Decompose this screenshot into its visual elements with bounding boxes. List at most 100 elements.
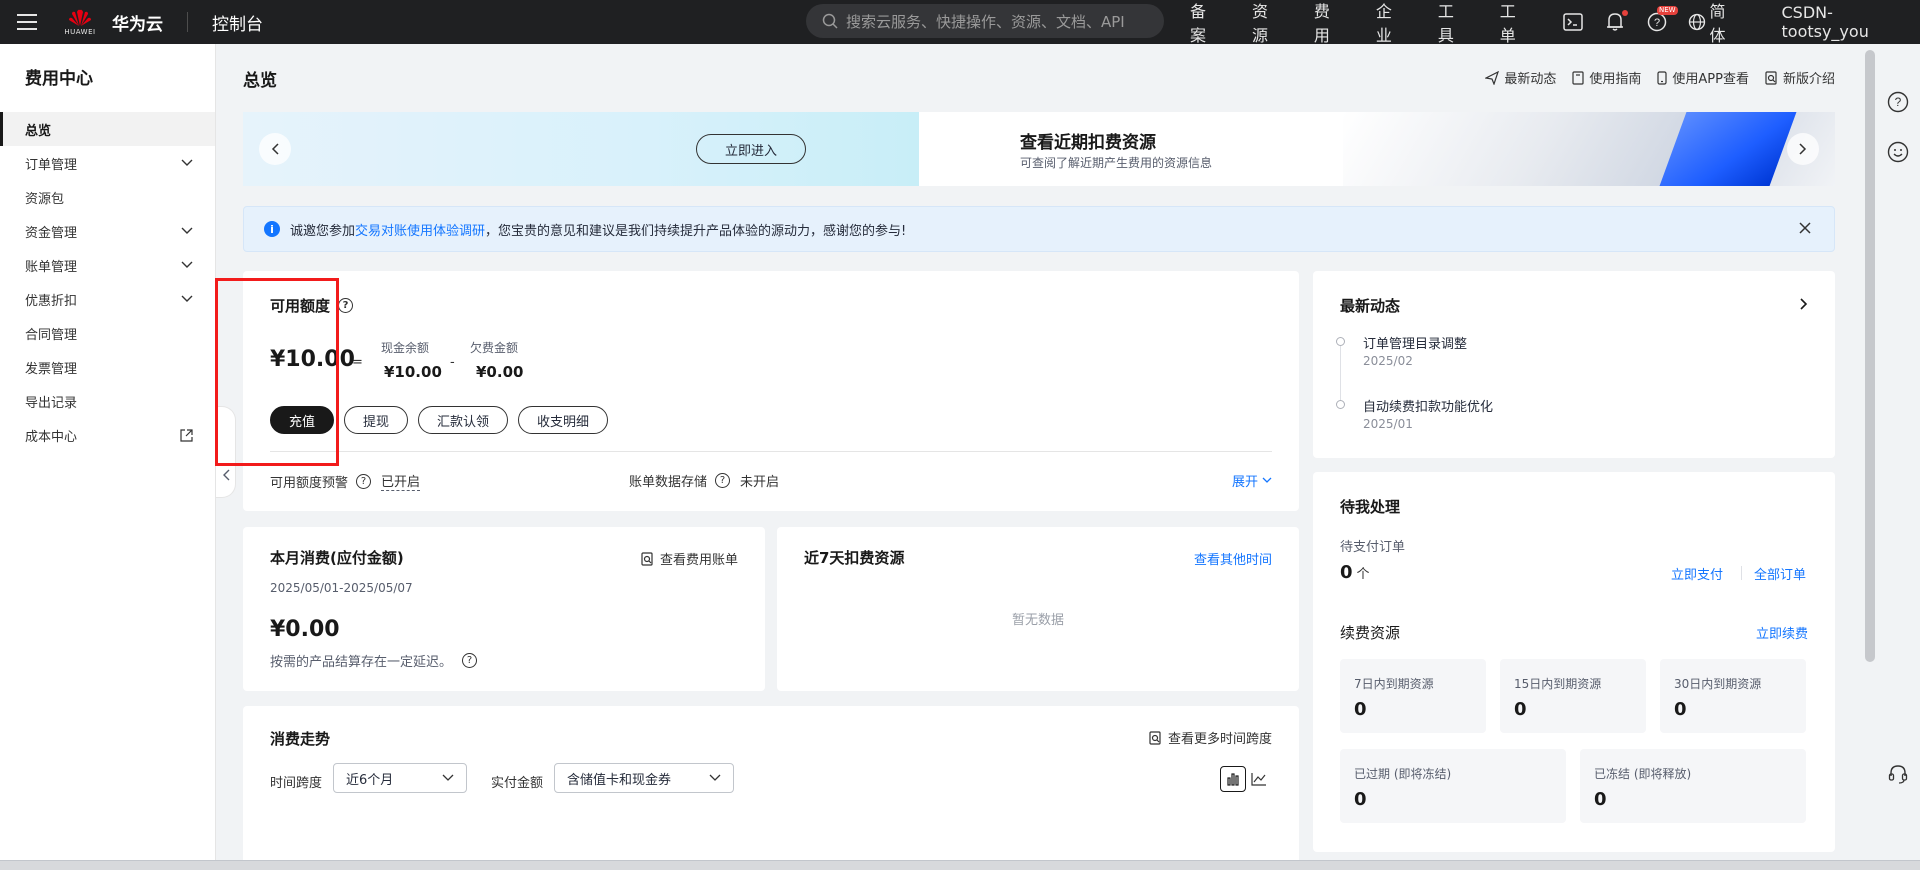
sidebar-item-invoices[interactable]: 发票管理 [0, 350, 215, 384]
news-item-date: 2025/01 [1363, 417, 1413, 431]
banner-prev-button[interactable] [259, 133, 291, 165]
credit-alert-status[interactable]: 已开启 [381, 471, 421, 491]
chevron-down-icon [442, 774, 454, 781]
console-link[interactable]: 控制台 [212, 10, 263, 35]
new-version-link[interactable]: 新版介绍 [1765, 68, 1835, 87]
paid-amount-select[interactable]: 含储值卡和现金券 [554, 763, 734, 793]
help-icon[interactable]: ? NEW [1646, 6, 1678, 33]
close-icon[interactable] [1798, 221, 1812, 239]
sidebar-item-funds[interactable]: 资金管理 [0, 214, 215, 248]
sidebar-item-overview[interactable]: 总览 [0, 112, 215, 146]
expand-button[interactable]: 展开 [1232, 471, 1272, 490]
bar-chart-icon[interactable] [1220, 766, 1246, 792]
paid-amount-value: 含储值卡和现金券 [567, 772, 672, 788]
help-circle-icon[interactable]: ? [356, 473, 372, 489]
tile-value: 0 [1514, 699, 1527, 720]
global-search-input[interactable]: 搜索云服务、快捷操作、资源、文档、API [806, 4, 1164, 38]
time-span-select[interactable]: 近6个月 [333, 763, 467, 793]
smiley-feedback-icon[interactable] [1884, 138, 1912, 166]
settlement-note: 按需的产品结算存在一定延迟。 ? [270, 651, 478, 670]
latest-news-link[interactable]: 最新动态 [1485, 68, 1556, 87]
view-bills-link[interactable]: 查看费用账单 [641, 549, 738, 568]
empty-state: 暂无数据 [1011, 613, 1064, 628]
timeline-dot [1336, 400, 1345, 409]
nav-beian[interactable]: 备案 [1190, 0, 1222, 46]
notice-prefix: 诚邀您参加 [290, 223, 356, 239]
sidebar-item-packages[interactable]: 资源包 [0, 180, 215, 214]
sidebar-item-contracts[interactable]: 合同管理 [0, 316, 215, 350]
news-item-title[interactable]: 订单管理目录调整 [1363, 333, 1467, 352]
user-guide-link[interactable]: 使用指南 [1572, 68, 1641, 87]
news-item-title[interactable]: 自动续费扣款功能优化 [1363, 396, 1493, 415]
nav-tools[interactable]: 工具 [1438, 0, 1470, 46]
recent-deductions-title: 近7天扣费资源 [804, 549, 905, 567]
recent-deductions-card: 近7天扣费资源 查看其他时间 暂无数据 [777, 527, 1299, 691]
banner-next-button[interactable] [1787, 133, 1819, 165]
sidebar-item-cost-center[interactable]: 成本中心 [0, 418, 215, 452]
sidebar-item-orders[interactable]: 订单管理 [0, 146, 215, 180]
view-bills-label: 查看费用账单 [659, 553, 738, 568]
view-other-time-link[interactable]: 查看其他时间 [1194, 549, 1272, 568]
search-doc-icon [1765, 70, 1777, 85]
monthly-amount: ¥0.00 [270, 617, 340, 642]
quick-link-label: 使用APP查看 [1672, 72, 1749, 87]
expiring-15d-tile[interactable]: 15日内到期资源 0 [1500, 659, 1646, 733]
survey-link[interactable]: 交易对账使用体验调研 [355, 220, 485, 239]
tile-label: 7日内到期资源 [1354, 677, 1434, 691]
sidebar-item-discounts[interactable]: 优惠折扣 [0, 282, 215, 316]
language-switch[interactable]: 简体 [1688, 0, 1742, 46]
sidebar-item-label: 总览 [25, 123, 52, 139]
app-view-link[interactable]: 使用APP查看 [1657, 68, 1749, 87]
monthly-consumption-card: 本月消费(应付金额) 查看费用账单 2025/05/01-2025/05/07 … [243, 527, 765, 691]
nav-tickets[interactable]: 工单 [1500, 0, 1532, 46]
expiring-7d-tile[interactable]: 7日内到期资源 0 [1340, 659, 1486, 733]
globe-icon [1688, 13, 1705, 31]
help-circle-icon[interactable]: ? [338, 298, 354, 313]
pay-now-link[interactable]: 立即支付 [1671, 564, 1723, 583]
help-circle-icon[interactable]: ? [462, 653, 478, 668]
survey-notice: i 诚邀您参加 交易对账使用体验调研 ，您宝贵的意见和建议是我们持续提升产品体验的源… [243, 206, 1835, 252]
huawei-logo[interactable]: HUAWEI 华为云 [54, 0, 163, 44]
sidebar-item-label: 资源包 [25, 191, 65, 207]
bill-storage-row: 账单数据存储 ? 未开启 [629, 471, 779, 490]
settlement-note-text: 按需的产品结算存在一定延迟。 [270, 655, 453, 670]
line-chart-icon[interactable] [1246, 766, 1272, 792]
expired-tile[interactable]: 已过期 (即将冻结) 0 [1340, 749, 1566, 823]
bell-icon[interactable] [1604, 10, 1628, 33]
remittance-claim-button[interactable]: 汇款认领 [418, 406, 509, 434]
chevron-down-icon [181, 261, 193, 268]
all-orders-link[interactable]: 全部订单 [1754, 564, 1806, 583]
withdraw-button[interactable]: 提现 [344, 406, 409, 434]
menu-icon[interactable] [0, 0, 54, 44]
timeline-line [1340, 346, 1341, 401]
headset-support-icon[interactable] [1884, 760, 1912, 788]
sidebar-item-exports[interactable]: 导出记录 [0, 384, 215, 418]
monthly-consumption-title: 本月消费(应付金额) [270, 549, 404, 567]
sidebar-item-bills[interactable]: 账单管理 [0, 248, 215, 282]
quick-links: 最新动态 使用指南 使用APP查看 新版介绍 [1469, 68, 1835, 87]
credit-alert-label: 可用额度预警 [270, 475, 349, 491]
view-more-spans-link[interactable]: 查看更多时间跨度 [1149, 728, 1272, 747]
cloud-shell-icon[interactable] [1562, 11, 1584, 33]
frozen-tile[interactable]: 已冻结 (即将释放) 0 [1580, 749, 1806, 823]
help-circle-icon[interactable]: ? [715, 473, 731, 488]
chevron-right-icon[interactable] [1800, 298, 1808, 314]
nav-enterprise[interactable]: 企业 [1376, 0, 1408, 46]
paid-amount-label: 实付金额 [491, 776, 544, 791]
tile-label: 30日内到期资源 [1674, 677, 1762, 691]
nav-billing[interactable]: 费用 [1314, 0, 1346, 46]
banner-enter-button[interactable]: 立即进入 [696, 134, 806, 164]
banner-slide-left [243, 112, 919, 186]
quick-link-label: 新版介绍 [1782, 72, 1835, 87]
news-item-date: 2025/02 [1363, 354, 1413, 368]
page-scrollbar[interactable] [1865, 50, 1875, 662]
expand-label: 展开 [1231, 475, 1258, 490]
phone-icon [1657, 70, 1668, 85]
expiring-30d-tile[interactable]: 30日内到期资源 0 [1660, 659, 1806, 733]
transactions-button[interactable]: 收支明细 [518, 406, 609, 434]
send-icon [1485, 70, 1500, 85]
renew-now-link[interactable]: 立即续费 [1756, 623, 1808, 642]
cash-balance-value: ¥10.00 [384, 363, 442, 381]
help-icon[interactable]: ? [1884, 88, 1912, 116]
nav-resources[interactable]: 资源 [1252, 0, 1284, 46]
